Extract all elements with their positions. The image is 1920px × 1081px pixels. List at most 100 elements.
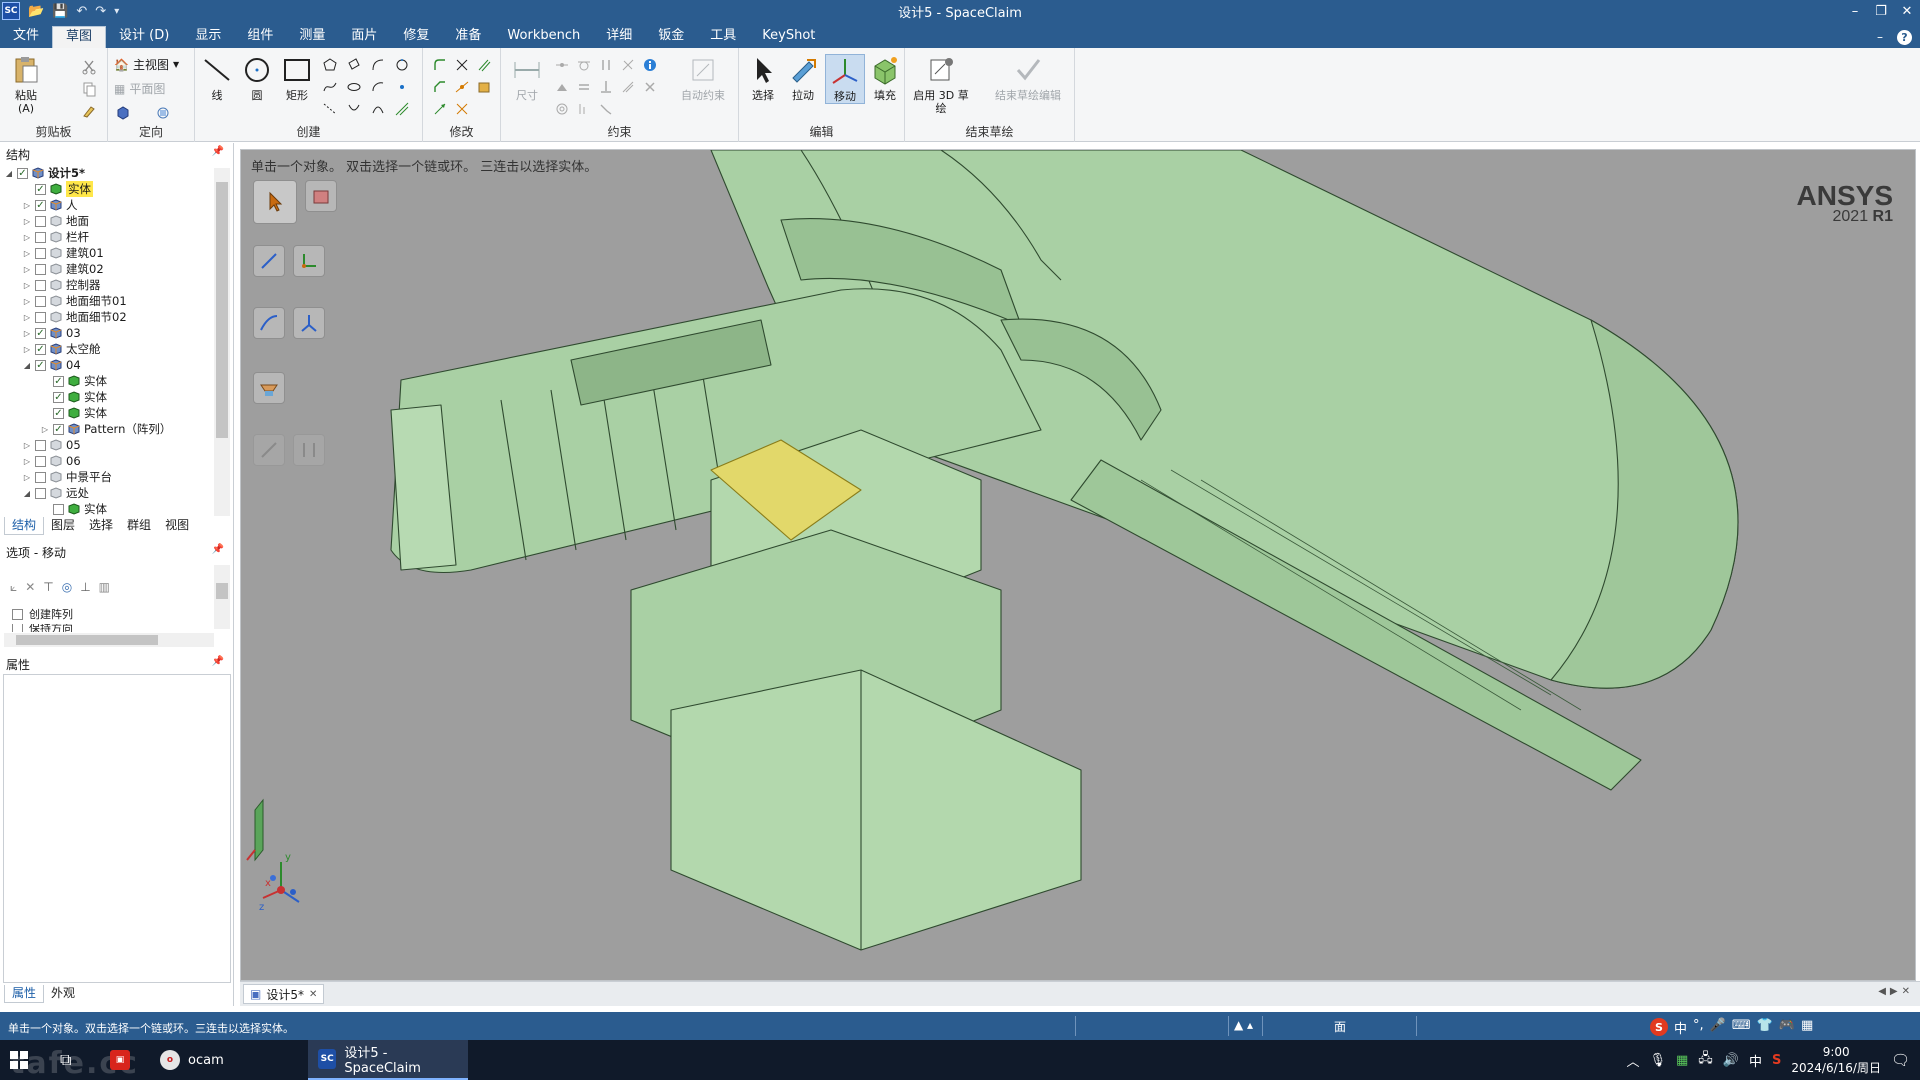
concentric-icon[interactable] — [553, 100, 571, 118]
visibility-checkbox[interactable] — [35, 455, 46, 467]
visibility-checkbox[interactable] — [35, 487, 46, 499]
fix-icon[interactable] — [553, 78, 571, 96]
options-hscrollbar[interactable] — [4, 633, 214, 647]
tree-node[interactable]: ✓ 实体 — [40, 389, 107, 405]
vertical-icon[interactable] — [597, 78, 615, 96]
expand-icon[interactable]: ▷ — [22, 457, 32, 466]
tangent-arc-icon[interactable] — [369, 56, 387, 74]
tree-node[interactable]: ✓ 实体 — [40, 373, 107, 389]
expand-icon[interactable]: ▷ — [22, 329, 32, 338]
polygon-icon[interactable] — [321, 56, 339, 74]
visibility-checkbox[interactable]: ✓ — [35, 359, 46, 371]
tray-volume-icon[interactable]: 🔊 — [1723, 1053, 1739, 1068]
ime-punct-icon[interactable]: °, — [1693, 1018, 1704, 1037]
ime-chinese-icon[interactable]: 中 — [1674, 1018, 1687, 1037]
close-tab-icon[interactable]: ✕ — [309, 989, 317, 1000]
ellipse-icon[interactable] — [345, 78, 363, 96]
select-tool-button[interactable]: 选择 — [743, 54, 783, 102]
keep-direction-checkbox[interactable] — [12, 624, 23, 632]
plan-view-button[interactable]: ▦ 平面图 — [114, 80, 165, 97]
tray-grid-icon[interactable]: ▦ — [1676, 1053, 1688, 1068]
tray-ime-indicator[interactable]: 中 — [1749, 1051, 1762, 1070]
tree-scroll-thumb[interactable] — [216, 182, 228, 438]
taskbar-app-red[interactable]: ▣ — [100, 1040, 140, 1080]
task-view-button[interactable]: ⧉ — [50, 1040, 81, 1080]
game-icon[interactable]: 🎮 — [1779, 1018, 1795, 1037]
tab-scroll-arrows[interactable]: ◀▶✕ — [1878, 986, 1914, 997]
tab-keyshot[interactable]: KeyShot — [749, 26, 828, 48]
project-icon[interactable] — [475, 78, 493, 96]
line-tool-button[interactable]: 线 — [197, 54, 237, 102]
point-icon[interactable] — [393, 78, 411, 96]
tab-selection[interactable]: 选择 — [82, 517, 120, 535]
visibility-checkbox[interactable] — [35, 295, 46, 307]
expand-icon[interactable]: ▷ — [22, 281, 32, 290]
skin-icon[interactable]: 👕 — [1757, 1018, 1773, 1037]
move-grid-icon[interactable]: ▥ — [99, 580, 110, 595]
ribbon-minimize-button[interactable]: – — [1877, 30, 1883, 44]
tab-detail[interactable]: 详细 — [593, 26, 645, 48]
spline-icon[interactable] — [321, 78, 339, 96]
customize-qa-icon[interactable]: ▾ — [114, 6, 119, 17]
offset-curve-icon[interactable] — [475, 56, 493, 74]
redo-icon[interactable]: ↷ — [95, 4, 106, 19]
tree-node[interactable]: ▷ ✓ Pattern（阵列） — [40, 421, 171, 437]
visibility-checkbox[interactable] — [35, 279, 46, 291]
properties-grid[interactable] — [3, 674, 231, 983]
orbit-icon[interactable] — [154, 104, 172, 122]
delete-constraint-icon[interactable] — [641, 78, 659, 96]
tree-node[interactable]: ✓ 实体 — [22, 181, 93, 197]
three-point-rect-icon[interactable] — [345, 56, 363, 74]
rectangle-tool-button[interactable]: 矩形 — [277, 54, 317, 102]
tangent-icon[interactable] — [575, 56, 593, 74]
tree-node[interactable]: ◢ ✓ 设计5* — [4, 165, 85, 181]
tab-assembly[interactable]: 组件 — [234, 26, 286, 48]
create-array-option[interactable]: 创建阵列 — [12, 606, 73, 622]
split-curve-icon[interactable] — [453, 78, 471, 96]
tree-node[interactable]: 实体 — [40, 501, 107, 517]
move-axis-icon[interactable]: ✕ — [25, 580, 35, 595]
clock[interactable]: 9:00 2024/6/16/周日 — [1791, 1044, 1881, 1076]
visibility-checkbox[interactable]: ✓ — [53, 407, 64, 419]
tab-layers[interactable]: 图层 — [44, 517, 82, 535]
expand-icon[interactable]: ▷ — [22, 297, 32, 306]
paste-button[interactable]: 粘贴 (A) — [6, 54, 46, 115]
create-array-checkbox[interactable] — [12, 608, 23, 620]
expand-icon[interactable]: ▷ — [22, 441, 32, 450]
minimize-button[interactable]: – — [1842, 0, 1868, 22]
tab-appearance[interactable]: 外观 — [44, 985, 82, 1003]
visibility-checkbox[interactable]: ✓ — [53, 375, 64, 387]
collapse-icon[interactable]: ◢ — [22, 489, 32, 498]
tray-sogou-icon[interactable]: S — [1772, 1053, 1781, 1068]
tab-measure[interactable]: 测量 — [286, 26, 338, 48]
view-cube-icon[interactable] — [114, 104, 132, 122]
visibility-checkbox[interactable] — [35, 439, 46, 451]
menu-file[interactable]: 文件 — [0, 26, 52, 48]
keyboard-icon[interactable]: ⌨ — [1732, 1018, 1751, 1037]
bend-icon[interactable] — [393, 100, 411, 118]
tab-properties[interactable]: 属性 — [4, 985, 45, 1003]
tree-node[interactable]: ▷ 地面细节02 — [22, 309, 127, 325]
three-point-arc-icon[interactable] — [369, 100, 387, 118]
visibility-checkbox[interactable] — [35, 247, 46, 259]
move-tool-button[interactable]: 移动 — [825, 54, 865, 104]
visibility-checkbox[interactable] — [35, 263, 46, 275]
expand-icon[interactable]: ▷ — [40, 425, 50, 434]
move-anchor-icon[interactable]: ⟀ — [10, 580, 17, 595]
pull-tool-button[interactable]: 拉动 — [783, 54, 823, 102]
tray-chevron-up-icon[interactable]: ︿ — [1626, 1051, 1639, 1070]
auto-constraint-button[interactable]: 自动约束 — [673, 54, 733, 102]
sogou-icon[interactable]: S — [1650, 1018, 1668, 1036]
tab-tools[interactable]: 工具 — [697, 26, 749, 48]
tab-sketch[interactable]: 草图 — [52, 26, 107, 48]
microphone-icon[interactable]: 🎤 — [1710, 1018, 1726, 1037]
tab-groups[interactable]: 群组 — [120, 517, 158, 535]
expand-icon[interactable]: ▷ — [22, 201, 32, 210]
grid-apps-icon[interactable]: ▦ — [1801, 1018, 1813, 1037]
tree-node[interactable]: ▷ 05 — [22, 437, 81, 453]
selection-mode-icon[interactable]: ▲ ▴ — [1234, 1018, 1253, 1032]
scale-icon[interactable] — [453, 100, 471, 118]
enable-3d-sketch-button[interactable]: 启用 3D 草绘 — [913, 54, 969, 115]
mini-select-tool[interactable] — [253, 180, 297, 224]
three-point-circle-icon[interactable] — [393, 56, 411, 74]
